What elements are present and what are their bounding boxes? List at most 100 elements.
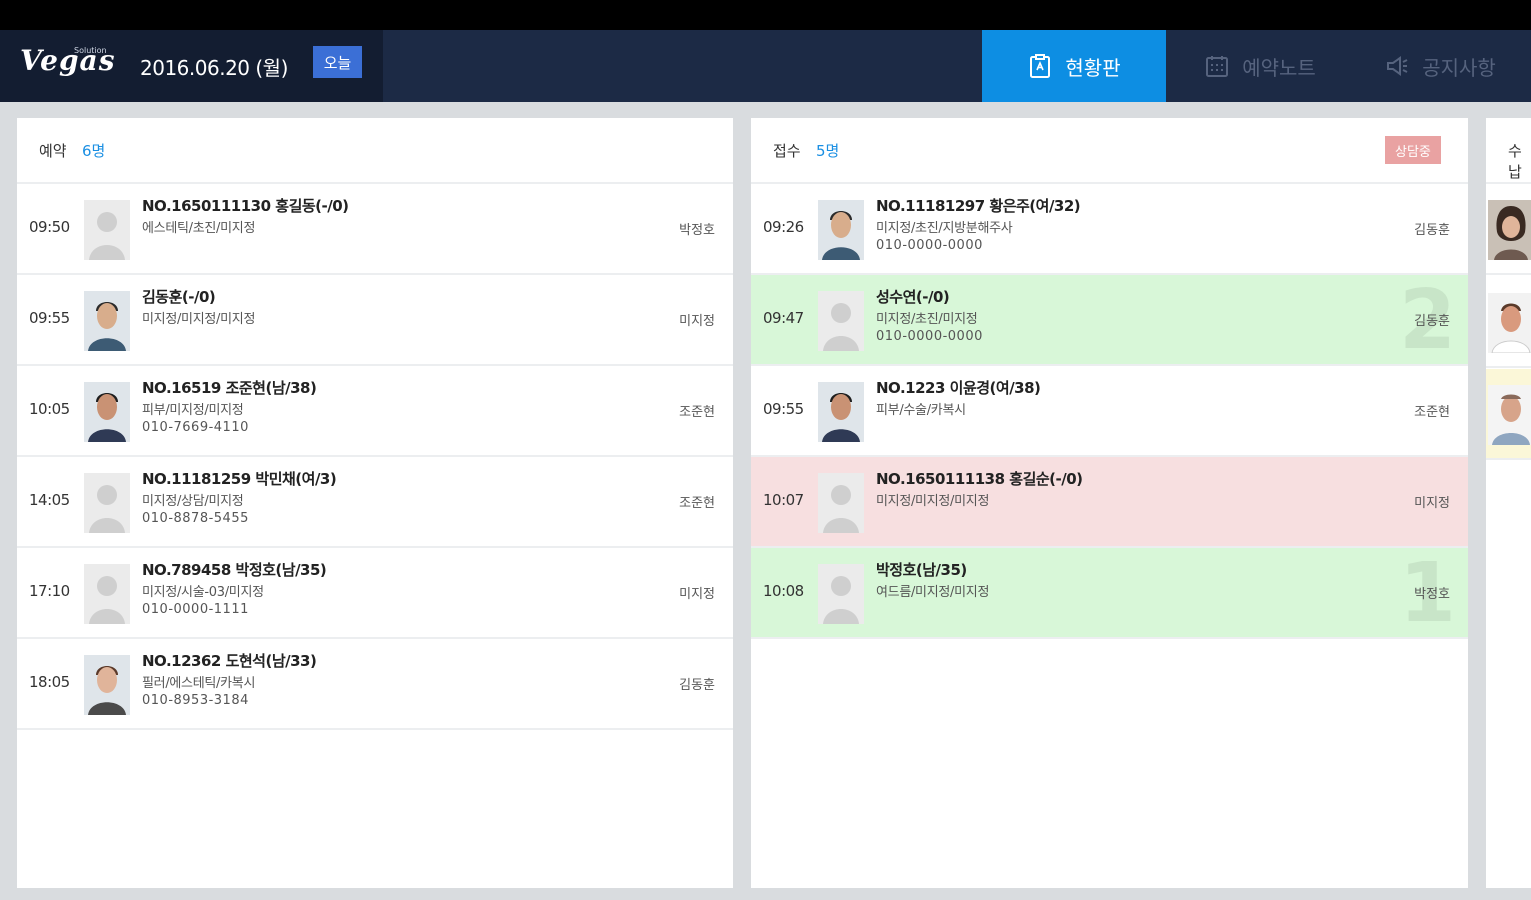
list-item[interactable]: 2 09:47 성수연(-/0) 미지정/초진/미지정 010-0000-0000 김동훈 [751, 275, 1468, 366]
customer-photo [84, 655, 130, 715]
treatment-info: 미지정/초진/미지정 [876, 312, 978, 327]
appointment-time: 17:10 [29, 582, 70, 600]
appointment-time: 09:55 [29, 309, 70, 327]
staff-name: 미지정 [679, 587, 715, 602]
list-item[interactable]: 10:07 NO.1650111138 홍길순(-/0) 미지정/미지정/미지정 미지… [751, 457, 1468, 548]
treatment-info: 미지정/미지정/미지정 [142, 312, 256, 327]
staff-name: 김동훈 [679, 678, 715, 693]
tab-notice[interactable]: 공지사항 [1360, 30, 1520, 102]
reservation-panel-header: 예약 6명 [17, 118, 733, 184]
customer-phone: 010-0000-0000 [876, 329, 983, 344]
treatment-info: 여드름/미지정/미지정 [876, 585, 990, 600]
treatment-info: 미지정/시술-03/미지정 [142, 585, 264, 600]
tab-notice-label: 공지사항 [1422, 55, 1496, 80]
logo-super: Solution [74, 46, 107, 55]
reception-title: 접수 [773, 142, 801, 160]
megaphone-icon [1387, 56, 1408, 76]
customer-name: NO.12362 도현석(남/33) [142, 652, 317, 670]
treatment-info: 미지정/초진/지방분해주사 [876, 221, 1013, 236]
staff-name: 김동훈 [1414, 223, 1450, 238]
list-item[interactable]: 09:55 김동훈(-/0) 미지정/미지정/미지정 미지정 [17, 275, 733, 366]
reception-panel: 접수 5명 상담중 09:26 NO.11181297 황은주(여/32) 미지정/… [751, 118, 1468, 888]
list-item[interactable]: 10:05 NO.16519 조준현(남/38) 피부/미지정/미지정 010-766… [17, 366, 733, 457]
consulting-badge[interactable]: 상담중 [1385, 136, 1441, 164]
reception-panel-header: 접수 5명 상담중 [751, 118, 1468, 184]
payment-row[interactable] [1486, 369, 1531, 460]
treatment-info: 필러/에스테틱/카복시 [142, 676, 256, 691]
customer-name: 박정호(남/35) [876, 561, 967, 579]
customer-name: NO.789458 박정호(남/35) [142, 561, 327, 579]
tab-dashboard-label: 현황판 [1065, 55, 1121, 80]
calendar-icon [1206, 56, 1229, 77]
brand-area: Vegas Solution 2016.06.20 (월) 오늘 [0, 30, 383, 102]
customer-name: NO.11181297 황은주(여/32) [876, 197, 1081, 215]
customer-phone: 010-8878-5455 [142, 511, 249, 526]
today-button[interactable]: 오늘 [313, 46, 362, 78]
appointment-time: 09:50 [29, 218, 70, 236]
customer-name: NO.1650111138 홍길순(-/0) [876, 470, 1083, 488]
payment-title: 수납 [1508, 142, 1522, 181]
treatment-info: 피부/수술/카복시 [876, 403, 966, 418]
customer-photo [84, 382, 130, 442]
list-item[interactable]: 09:26 NO.11181297 황은주(여/32) 미지정/초진/지방분해주사 0… [751, 184, 1468, 275]
staff-name: 박정호 [1414, 587, 1450, 602]
reservation-count: 6명 [82, 142, 106, 160]
payment-panel-header: 수납 [1486, 118, 1531, 184]
payment-row[interactable] [1486, 277, 1531, 368]
customer-phone: 010-0000-0000 [876, 238, 983, 253]
list-item[interactable]: 14:05 NO.11181259 박민채(여/3) 미지정/상담/미지정 010-8… [17, 457, 733, 548]
customer-photo [818, 382, 864, 442]
payment-panel: 수납 [1486, 118, 1531, 888]
customer-photo [84, 564, 130, 624]
list-item[interactable]: 17:10 NO.789458 박정호(남/35) 미지정/시술-03/미지정 010… [17, 548, 733, 639]
tab-reservation-note[interactable]: 예약노트 [1180, 30, 1340, 102]
appointment-time: 10:07 [763, 491, 804, 509]
staff-name: 조준현 [1414, 405, 1450, 420]
treatment-info: 피부/미지정/미지정 [142, 403, 244, 418]
appointment-time: 09:55 [763, 400, 804, 418]
payment-row[interactable] [1486, 184, 1531, 275]
customer-name: NO.1223 이윤경(여/38) [876, 379, 1041, 397]
customer-photo [818, 291, 864, 351]
appointment-time: 09:47 [763, 309, 804, 327]
customer-photo [1488, 293, 1531, 353]
reservation-panel: 예약 6명 09:50 NO.1650111130 홍길동(-/0) 에스테틱/초진… [17, 118, 733, 888]
list-item[interactable]: 09:55 NO.1223 이윤경(여/38) 피부/수술/카복시 조준현 [751, 366, 1468, 457]
customer-name: 김동훈(-/0) [142, 288, 216, 306]
reception-count: 5명 [816, 142, 840, 160]
clipboard-icon [1030, 54, 1051, 78]
customer-photo [84, 200, 130, 260]
tab-dashboard[interactable]: 현황판 [982, 30, 1166, 102]
appointment-time: 10:08 [763, 582, 804, 600]
current-date: 2016.06.20 (월) [140, 56, 288, 80]
customer-photo [84, 473, 130, 533]
list-item[interactable]: 18:05 NO.12362 도현석(남/33) 필러/에스테틱/카복시 010-89… [17, 639, 733, 730]
tab-reservation-note-label: 예약노트 [1242, 55, 1316, 80]
customer-phone: 010-8953-3184 [142, 693, 249, 708]
treatment-info: 미지정/미지정/미지정 [876, 494, 990, 509]
list-item[interactable]: 1 10:08 박정호(남/35) 여드름/미지정/미지정 박정호 [751, 548, 1468, 639]
staff-name: 미지정 [1414, 496, 1450, 511]
reservation-title: 예약 [39, 142, 67, 160]
customer-phone: 010-0000-1111 [142, 602, 249, 617]
appointment-time: 10:05 [29, 400, 70, 418]
staff-name: 김동훈 [1414, 314, 1450, 329]
customer-photo [1488, 385, 1531, 445]
appointment-time: 14:05 [29, 491, 70, 509]
staff-name: 미지정 [679, 314, 715, 329]
treatment-info: 에스테틱/초진/미지정 [142, 221, 256, 236]
customer-name: NO.1650111130 홍길동(-/0) [142, 197, 349, 215]
customer-phone: 010-7669-4110 [142, 420, 249, 435]
staff-name: 박정호 [679, 223, 715, 238]
staff-name: 조준현 [679, 405, 715, 420]
customer-photo [818, 473, 864, 533]
treatment-info: 미지정/상담/미지정 [142, 494, 244, 509]
list-item[interactable]: 09:50 NO.1650111130 홍길동(-/0) 에스테틱/초진/미지정 박정… [17, 184, 733, 275]
customer-photo [1488, 200, 1531, 260]
customer-photo [818, 564, 864, 624]
customer-name: NO.16519 조준현(남/38) [142, 379, 317, 397]
appointment-time: 09:26 [763, 218, 804, 236]
staff-name: 조준현 [679, 496, 715, 511]
status-bar [0, 0, 1531, 30]
customer-photo [818, 200, 864, 260]
